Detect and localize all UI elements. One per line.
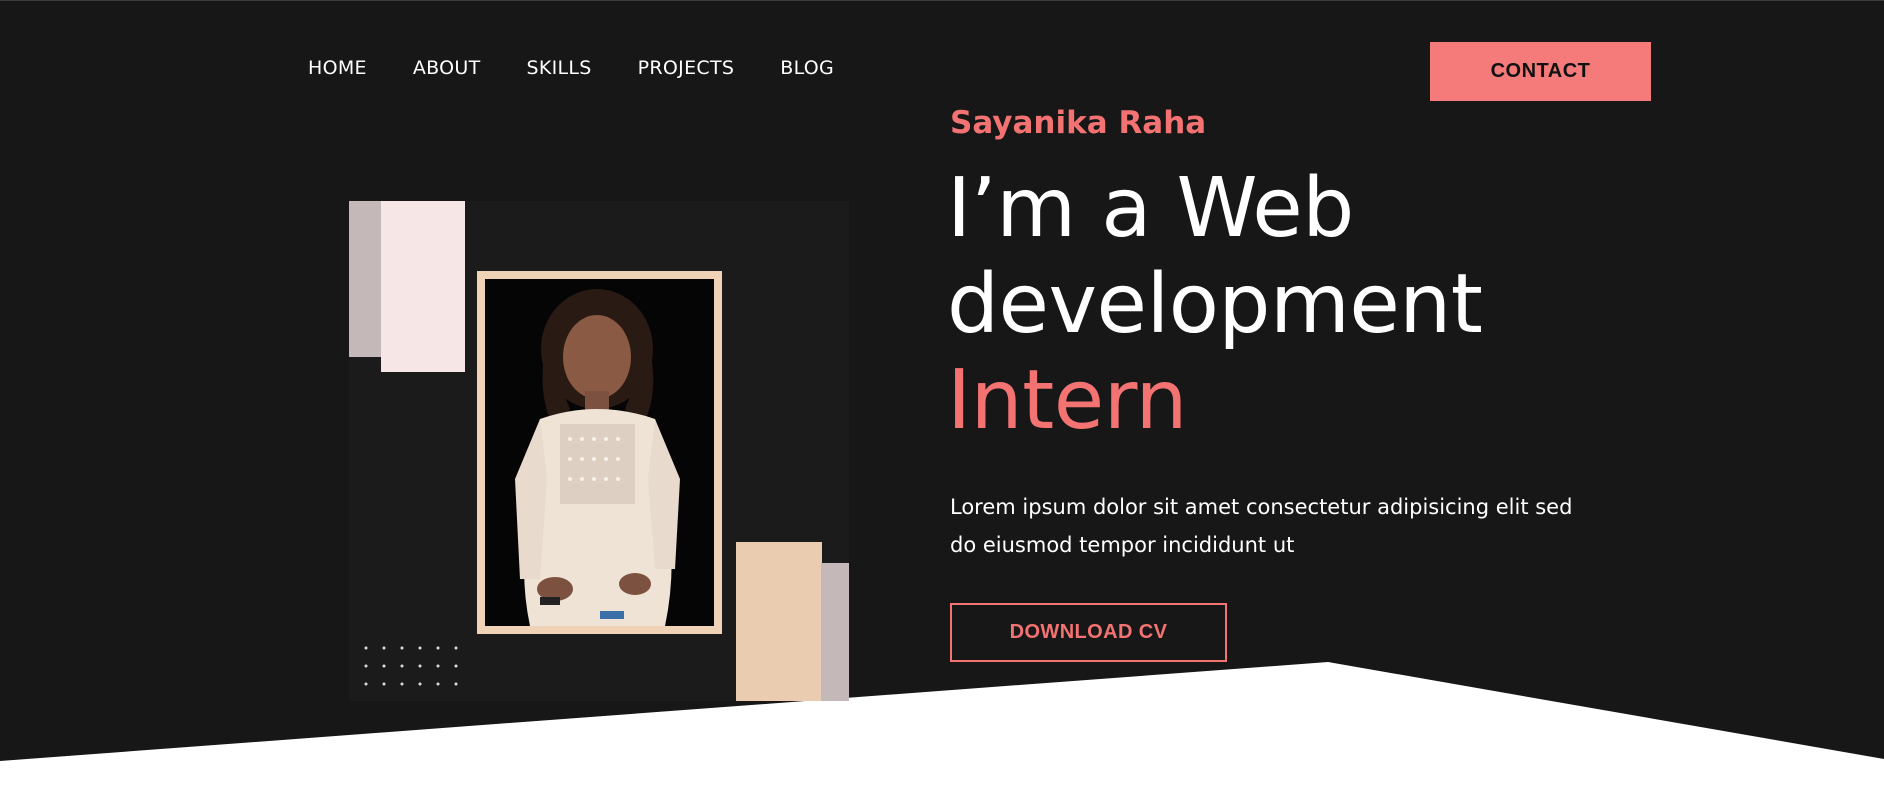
nav-projects[interactable]: PROJECTS	[638, 57, 735, 79]
headline: I’m a Web development Intern	[947, 161, 1647, 449]
headline-accent: Intern	[947, 353, 1188, 448]
headline-line-2: development	[947, 257, 1483, 352]
headline-line-1: I’m a Web	[947, 161, 1354, 256]
download-cv-button[interactable]: DOWNLOAD CV	[950, 603, 1227, 662]
nav-home[interactable]: HOME	[308, 57, 367, 79]
decor-dot-grid	[357, 639, 467, 695]
profile-photo	[485, 279, 714, 626]
decor-gray-block-top	[349, 201, 385, 357]
decor-gray-block-bottom	[821, 563, 849, 701]
main-nav: HOME ABOUT SKILLS PROJECTS BLOG	[308, 57, 880, 79]
decor-pink-block	[381, 201, 465, 372]
intro-description: Lorem ipsum dolor sit amet consectetur a…	[950, 495, 1573, 557]
profile-photo-frame	[477, 271, 722, 634]
nav-skills[interactable]: SKILLS	[527, 57, 592, 79]
nav-about[interactable]: ABOUT	[413, 57, 481, 79]
portrait-illustration	[485, 279, 714, 626]
person-name: Sayanika Raha	[950, 105, 1207, 141]
decor-peach-block	[736, 542, 822, 701]
nav-blog[interactable]: BLOG	[780, 57, 834, 79]
contact-button[interactable]: CONTACT	[1430, 42, 1651, 101]
hero-section: HOME ABOUT SKILLS PROJECTS BLOG CONTACT	[0, 0, 1884, 801]
